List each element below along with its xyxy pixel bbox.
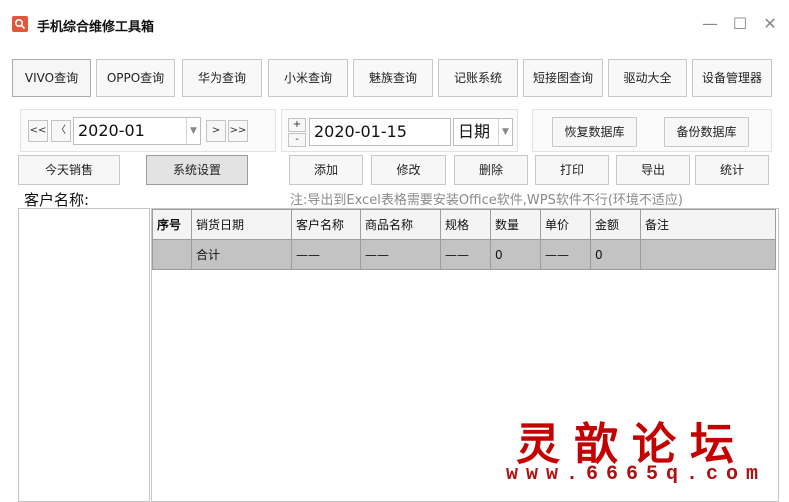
drivers-button[interactable]: 驱动大全: [608, 59, 687, 97]
cell-customer: ——: [291, 239, 361, 270]
today-sales-button[interactable]: 今天销售: [18, 155, 120, 185]
add-button[interactable]: 添加: [289, 155, 363, 185]
window-title: 手机综合维修工具箱: [37, 20, 155, 35]
date-mode-select[interactable]: 日期 ▼: [453, 118, 513, 146]
col-spec[interactable]: 规格: [440, 209, 491, 240]
col-unit-price[interactable]: 单价: [540, 209, 591, 240]
app-search-icon: [12, 16, 28, 32]
short-circuit-diagram-button[interactable]: 短接图查询: [523, 59, 603, 97]
title-bar: 手机综合维修工具箱 — ☐ ✕: [0, 0, 789, 50]
vivo-query-button[interactable]: VIVO查询: [12, 59, 91, 97]
cell-product: ——: [360, 239, 441, 270]
accounting-system-button[interactable]: 记账系统: [438, 59, 518, 97]
sales-table: 序号 销货日期 客户名称 商品名称 规格 数量 单价 金额 备注 合计 —— —…: [152, 209, 776, 270]
watermark-url: www.6665q.com: [506, 463, 767, 486]
minimize-button[interactable]: —: [695, 12, 725, 36]
date-input[interactable]: 2020-01-15: [309, 118, 451, 146]
col-customer[interactable]: 客户名称: [291, 209, 361, 240]
col-product[interactable]: 商品名称: [360, 209, 441, 240]
close-button[interactable]: ✕: [755, 12, 785, 36]
col-remark[interactable]: 备注: [640, 209, 776, 240]
export-note: 注:导出到Excel表格需要安装Office软件,WPS软件不行(环境不适应): [290, 193, 683, 208]
customer-name-label: 客户名称:: [24, 191, 90, 209]
cell-unit-price: ——: [540, 239, 591, 270]
chevron-down-icon[interactable]: ▼: [498, 119, 512, 145]
month-select[interactable]: 2020-01 ▼: [73, 117, 201, 145]
chevron-down-icon[interactable]: ▼: [186, 118, 200, 144]
cell-quantity: 0: [490, 239, 541, 270]
prev-month-button[interactable]: 〈: [51, 120, 71, 142]
date-mode-value: 日期: [458, 122, 491, 141]
delete-button[interactable]: 删除: [454, 155, 528, 185]
print-button[interactable]: 打印: [535, 155, 609, 185]
col-sale-date[interactable]: 销货日期: [191, 209, 292, 240]
col-amount[interactable]: 金额: [590, 209, 641, 240]
cell-seq: [152, 239, 192, 270]
restore-database-button[interactable]: 恢复数据库: [552, 117, 637, 147]
last-month-button[interactable]: >>: [228, 120, 248, 142]
table-header-row: 序号 销货日期 客户名称 商品名称 规格 数量 单价 金额 备注: [152, 209, 776, 240]
first-month-button[interactable]: <<: [28, 120, 48, 142]
cell-remark: [640, 239, 776, 270]
col-seq[interactable]: 序号: [152, 209, 192, 240]
cell-sale-date: 合计: [191, 239, 292, 270]
oppo-query-button[interactable]: OPPO查询: [96, 59, 175, 97]
cell-spec: ——: [440, 239, 491, 270]
device-manager-button[interactable]: 设备管理器: [692, 59, 772, 97]
cell-amount: 0: [590, 239, 641, 270]
next-month-button[interactable]: >: [206, 120, 226, 142]
edit-button[interactable]: 修改: [371, 155, 446, 185]
backup-database-button[interactable]: 备份数据库: [664, 117, 749, 147]
stats-button[interactable]: 统计: [695, 155, 769, 185]
huawei-query-button[interactable]: 华为查询: [182, 59, 262, 97]
table-row[interactable]: 合计 —— —— —— 0 —— 0: [152, 239, 776, 270]
customer-list[interactable]: [18, 208, 150, 502]
maximize-button[interactable]: ☐: [725, 12, 755, 36]
month-value: 2020-01: [78, 121, 145, 140]
system-settings-button[interactable]: 系统设置: [146, 155, 248, 185]
xiaomi-query-button[interactable]: 小米查询: [268, 59, 348, 97]
date-increment-button[interactable]: +: [288, 118, 306, 132]
col-quantity[interactable]: 数量: [490, 209, 541, 240]
date-decrement-button[interactable]: -: [288, 133, 306, 147]
meizu-query-button[interactable]: 魅族查询: [353, 59, 433, 97]
export-button[interactable]: 导出: [616, 155, 690, 185]
